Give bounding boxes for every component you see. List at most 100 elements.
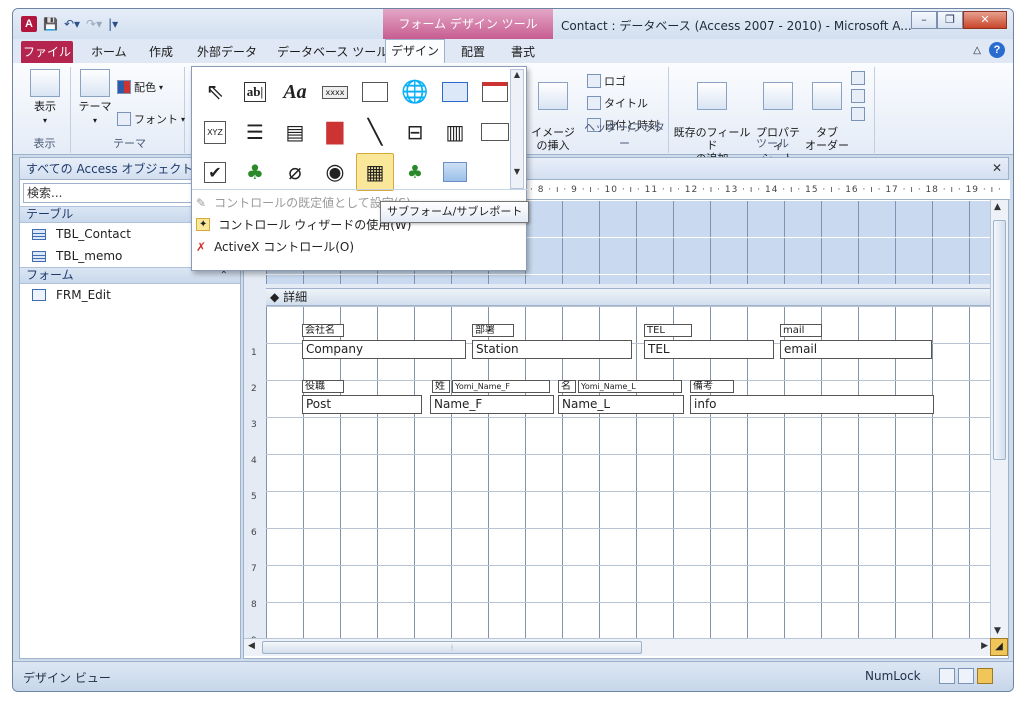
horizontal-scroll-thumb[interactable]: ⦙ bbox=[262, 641, 642, 654]
field-post[interactable]: Post bbox=[302, 395, 422, 414]
subform-window-icon[interactable] bbox=[851, 71, 865, 85]
vertical-scroll-thumb[interactable] bbox=[993, 220, 1006, 460]
scroll-up-icon[interactable]: ▲ bbox=[994, 202, 1001, 212]
tab-file[interactable]: ファイル bbox=[21, 41, 73, 63]
unbound-object-frame-icon[interactable]: ♣ bbox=[236, 153, 274, 191]
navigation-control-icon[interactable] bbox=[476, 73, 514, 111]
hyperlink-control-icon[interactable]: 🌐 bbox=[396, 73, 434, 111]
horizontal-scrollbar[interactable]: ◀ ⦙ ▶ bbox=[244, 638, 992, 656]
view-code-icon[interactable] bbox=[851, 89, 865, 103]
title-bar: A 💾 ↶▾ ↷▾ |▾ フォーム デザイン ツール Contact : データ… bbox=[13, 9, 1013, 39]
minimize-ribbon-icon[interactable]: △ bbox=[973, 45, 981, 56]
scroll-right-icon[interactable]: ▶ bbox=[981, 641, 988, 651]
label-name-l[interactable]: 名 bbox=[558, 380, 576, 393]
property-sheet-icon bbox=[763, 82, 793, 110]
undo-icon[interactable]: ↶▾ bbox=[64, 17, 80, 31]
label-name-f[interactable]: 姓 bbox=[432, 380, 450, 393]
save-icon[interactable]: 💾 bbox=[43, 17, 58, 31]
label-yomi-name-l[interactable]: Yomi_Name_L bbox=[578, 380, 682, 393]
field-email[interactable]: email bbox=[780, 340, 932, 359]
button-control-icon[interactable]: xxxx bbox=[316, 73, 354, 111]
attachment-control-icon[interactable]: ⌀ bbox=[276, 153, 314, 191]
redo-icon[interactable]: ↷▾ bbox=[86, 17, 102, 31]
activex-icon: ✗ bbox=[196, 239, 207, 254]
form-view-icon[interactable] bbox=[939, 668, 955, 684]
access-app-icon[interactable]: A bbox=[21, 16, 37, 32]
menu-activex[interactable]: ✗ ActiveX コントロール(O) bbox=[196, 238, 354, 255]
convert-macros-icon[interactable] bbox=[851, 107, 865, 121]
chart-control-icon[interactable]: ▇ bbox=[316, 113, 354, 151]
tab-external-data[interactable]: 外部データ bbox=[197, 43, 257, 60]
tab-design[interactable]: デザイン bbox=[385, 39, 445, 63]
tab-format[interactable]: 書式 bbox=[511, 43, 535, 60]
field-name-l[interactable]: Name_L bbox=[558, 395, 684, 414]
label-yomi-name-f[interactable]: Yomi_Name_F bbox=[452, 380, 550, 393]
close-button[interactable]: ✕ bbox=[963, 11, 1007, 29]
group-tools: 既存のフィールド の追加 プロパティ シート タブ オーダー ツール bbox=[671, 67, 875, 165]
checkbox-control-icon[interactable]: ✔ bbox=[196, 153, 234, 191]
image-control-icon[interactable] bbox=[436, 153, 474, 191]
label-info[interactable]: 備考 bbox=[690, 380, 734, 393]
label-tel[interactable]: TEL bbox=[644, 324, 692, 337]
view-button[interactable]: 表示 ▾ bbox=[27, 69, 63, 127]
vertical-scrollbar[interactable]: ▲ ▼ bbox=[990, 200, 1008, 638]
line-control-icon[interactable]: ╲ bbox=[356, 113, 394, 151]
tab-home[interactable]: ホーム bbox=[91, 43, 127, 60]
window-title: Contact : データベース (Access 2007 - 2010) - … bbox=[561, 19, 912, 33]
menu-set-default[interactable]: ✎ コントロールの既定値として設定(S) bbox=[196, 194, 411, 211]
subform-control-icon[interactable]: ▦ bbox=[356, 153, 394, 191]
label-station[interactable]: 部署 bbox=[472, 324, 514, 337]
customize-qat-icon[interactable]: |▾ bbox=[108, 17, 118, 31]
field-station[interactable]: Station bbox=[472, 340, 632, 359]
label-control-icon[interactable]: Aa bbox=[276, 73, 314, 111]
label-email[interactable]: mail bbox=[780, 324, 822, 337]
insert-image-button[interactable]: イメージ の挿入 bbox=[529, 69, 577, 152]
toggle-button-control-icon[interactable]: ⊟ bbox=[396, 113, 434, 151]
web-browser-control-icon[interactable] bbox=[436, 73, 474, 111]
bound-object-frame-icon[interactable]: ♣ bbox=[396, 153, 434, 191]
textbox-control-icon[interactable]: ab| bbox=[236, 73, 274, 111]
gallery-scroll-up-icon[interactable]: ▲ bbox=[511, 70, 523, 79]
gallery-scrollbar[interactable]: ▲ ▼ bbox=[510, 69, 524, 189]
form-selector-icon[interactable]: ◢ bbox=[990, 638, 1008, 656]
logo-button[interactable]: ロゴ bbox=[587, 73, 626, 89]
gallery-separator bbox=[192, 189, 528, 190]
page-break-control-icon[interactable]: ☰ bbox=[236, 113, 274, 151]
detail-section-bar[interactable]: ◆ 詳細 bbox=[266, 288, 992, 306]
select-pointer-icon[interactable]: ⇖ bbox=[196, 73, 234, 111]
title-button[interactable]: タイトル bbox=[587, 95, 648, 111]
field-tel[interactable]: TEL bbox=[644, 340, 774, 359]
group-view: 表示 ▾ 表示 bbox=[19, 67, 71, 153]
label-company[interactable]: 会社名 bbox=[302, 324, 344, 337]
close-document-icon[interactable]: ✕ bbox=[992, 161, 1002, 175]
colors-button[interactable]: 配色 ▾ bbox=[117, 79, 163, 95]
help-icon[interactable]: ? bbox=[989, 42, 1005, 58]
tab-control-icon[interactable] bbox=[356, 73, 394, 111]
rectangle-control-icon[interactable] bbox=[476, 113, 514, 151]
tab-arrange[interactable]: 配置 bbox=[461, 43, 485, 60]
option-button-control-icon[interactable]: ◉ bbox=[316, 153, 354, 191]
label-post[interactable]: 役職 bbox=[302, 380, 344, 393]
field-info[interactable]: info bbox=[690, 395, 934, 414]
scroll-down-icon[interactable]: ▼ bbox=[994, 626, 1001, 636]
restore-button[interactable]: ❐ bbox=[937, 11, 963, 29]
minimize-button[interactable]: – bbox=[911, 11, 937, 29]
combo-box-control-icon[interactable]: ▤ bbox=[276, 113, 314, 151]
nav-item-frm-edit[interactable]: FRM_Edit bbox=[20, 284, 240, 306]
field-name-f[interactable]: Name_F bbox=[430, 395, 554, 414]
design-view-icon[interactable] bbox=[977, 668, 993, 684]
fonts-button[interactable]: フォント ▾ bbox=[117, 111, 185, 127]
tab-database-tools[interactable]: データベース ツール bbox=[277, 43, 388, 60]
field-company[interactable]: Company bbox=[302, 340, 466, 359]
list-box-control-icon[interactable]: ▥ bbox=[436, 113, 474, 151]
theme-button[interactable]: テーマ ▾ bbox=[77, 69, 113, 127]
detail-band[interactable]: 会社名 部署 TEL mail Company Station TEL emai… bbox=[266, 306, 992, 638]
layout-view-icon[interactable] bbox=[958, 668, 974, 684]
set-default-icon: ✎ bbox=[196, 195, 207, 210]
gallery-more-icon[interactable]: ▼ bbox=[511, 167, 523, 176]
section-arrow-icon: ◆ bbox=[270, 290, 280, 304]
context-tool-label: フォーム デザイン ツール bbox=[383, 9, 553, 39]
tab-create[interactable]: 作成 bbox=[149, 43, 173, 60]
option-group-control-icon[interactable]: XYZ bbox=[196, 113, 234, 151]
scroll-left-icon[interactable]: ◀ bbox=[248, 641, 255, 651]
